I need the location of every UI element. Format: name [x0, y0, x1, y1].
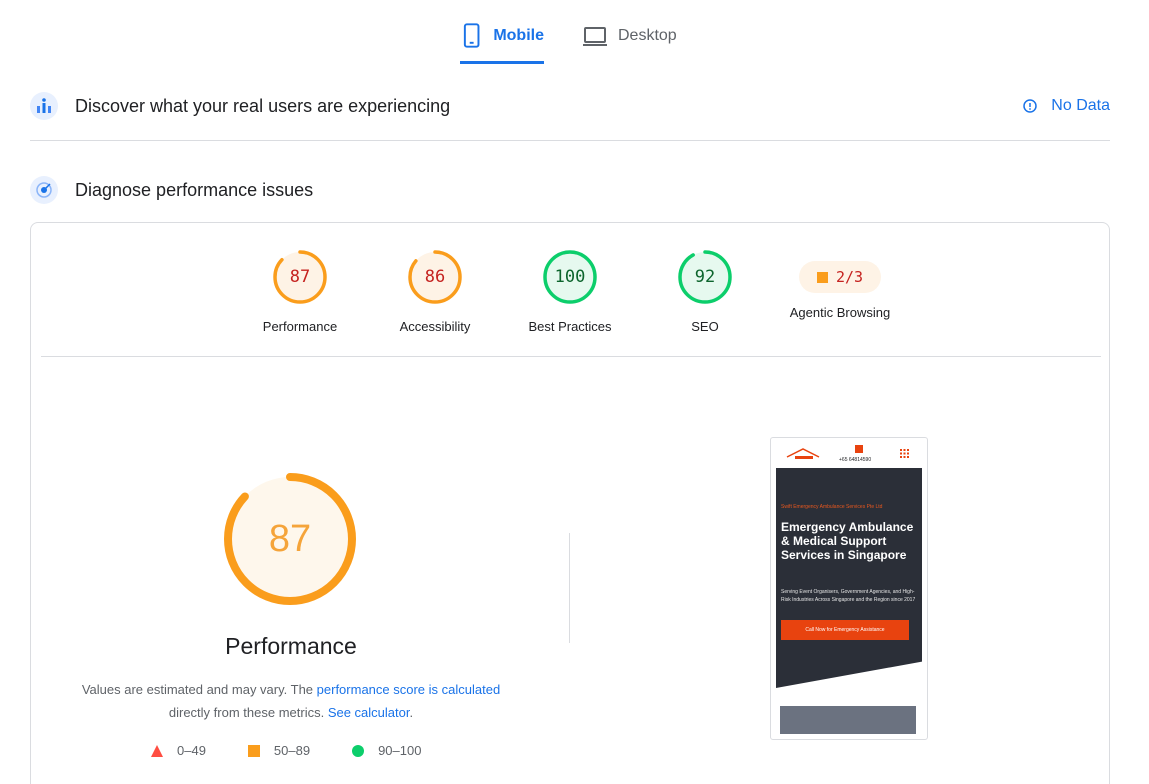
tab-mobile-label: Mobile — [493, 27, 544, 44]
score-calculated-link[interactable]: performance score is calculated — [317, 682, 501, 697]
gauge-ring: 86 — [407, 249, 463, 305]
gauge-seo[interactable]: 92 SEO — [640, 249, 770, 334]
site-phone: +65 64814590 — [839, 457, 872, 463]
gauge-performance[interactable]: 87 Performance — [235, 249, 365, 334]
tab-desktop[interactable]: Desktop — [582, 22, 692, 64]
lab-data-section: Diagnose performance issues — [30, 174, 1110, 206]
gauge-agentic-browsing[interactable]: 2/3 Agentic Browsing — [775, 249, 905, 320]
lab-data-title: Diagnose performance issues — [75, 179, 314, 200]
average-square-icon — [247, 744, 260, 757]
desc-text: directly from these metrics. — [168, 705, 328, 720]
legend-range: 50–89 — [273, 743, 311, 758]
users-chart-icon — [30, 92, 58, 120]
section-divider — [30, 140, 1110, 141]
agentic-value: 2/3 — [835, 268, 864, 286]
gauge-label: Accessibility — [399, 319, 471, 334]
score-gauges: 87 Performance 86 Accessibility 100 Best… — [31, 249, 1109, 339]
legend-range: 90–100 — [378, 743, 422, 758]
average-square-icon — [816, 271, 828, 283]
field-data-section: Discover what your real users are experi… — [30, 90, 1110, 122]
site-header: +65 64814590 — [771, 438, 927, 468]
gauge-best-practices[interactable]: 100 Best Practices — [505, 249, 635, 334]
card-divider — [41, 356, 1101, 357]
gauge-score: 87 — [289, 267, 311, 287]
hero-subtitle: Serving Event Organisers, Government Age… — [781, 589, 916, 603]
gauge-score: 100 — [554, 267, 586, 287]
gauge-ring: 92 — [677, 249, 733, 305]
big-gauge-score: 87 — [268, 518, 312, 560]
info-icon — [1023, 99, 1038, 113]
gauge-score: 86 — [424, 267, 446, 287]
site-logo-icon — [786, 448, 820, 459]
device-tabs: Mobile Desktop — [0, 0, 1149, 64]
vertical-divider — [569, 533, 570, 643]
gauge-label: Best Practices — [528, 319, 612, 334]
laptop-icon — [583, 27, 607, 46]
report-card: 87 Performance 86 Accessibility 100 Best… — [30, 222, 1110, 784]
no-data-status[interactable]: No Data — [1023, 97, 1110, 115]
page-screenshot[interactable]: +65 64814590 Swift Emergency Ambulance S… — [770, 437, 928, 740]
gauge-ring: 87 — [272, 249, 328, 305]
pass-circle-icon — [352, 744, 365, 757]
fail-triangle-icon — [151, 744, 163, 757]
hero-tag: Swift Emergency Ambulance Services Pte L… — [781, 504, 883, 510]
gauge-label: Agentic Browsing — [789, 305, 891, 320]
gauge-score: 92 — [694, 267, 716, 287]
grid-menu-icon — [900, 449, 909, 458]
score-legend: 0–49 50–89 90–100 — [151, 743, 463, 758]
legend-average: 50–89 — [247, 743, 311, 758]
gauge-label: Performance — [262, 319, 338, 334]
see-calculator-link[interactable]: See calculator — [328, 705, 410, 720]
gauge-accessibility[interactable]: 86 Accessibility — [370, 249, 500, 334]
gauge-ring: 100 — [542, 249, 598, 305]
score-description: Values are estimated and may vary. The p… — [61, 678, 521, 724]
performance-big-gauge: 87 — [220, 469, 360, 609]
desc-text: Values are estimated and may vary. The — [81, 682, 317, 697]
legend-fail: 0–49 — [151, 743, 206, 758]
tab-mobile[interactable]: Mobile — [460, 22, 544, 64]
tab-desktop-label: Desktop — [618, 27, 677, 44]
phone-icon — [855, 445, 863, 453]
agentic-pill: 2/3 — [799, 261, 881, 293]
legend-range: 0–49 — [177, 743, 206, 758]
hero-cta-button: Call Now for Emergency Assistance — [781, 620, 909, 640]
site-hero: Swift Emergency Ambulance Services Pte L… — [776, 468, 922, 688]
diagnose-icon — [30, 176, 58, 204]
desc-text: . — [409, 705, 414, 720]
smartphone-icon — [463, 23, 480, 48]
legend-pass: 90–100 — [352, 743, 421, 758]
field-data-title: Discover what your real users are experi… — [75, 95, 451, 116]
site-photo — [780, 706, 916, 734]
no-data-label: No Data — [1051, 97, 1110, 114]
hero-title: Emergency Ambulance & Medical Support Se… — [781, 520, 914, 562]
gauge-label: SEO — [691, 319, 719, 334]
big-gauge-label: Performance — [225, 633, 357, 659]
